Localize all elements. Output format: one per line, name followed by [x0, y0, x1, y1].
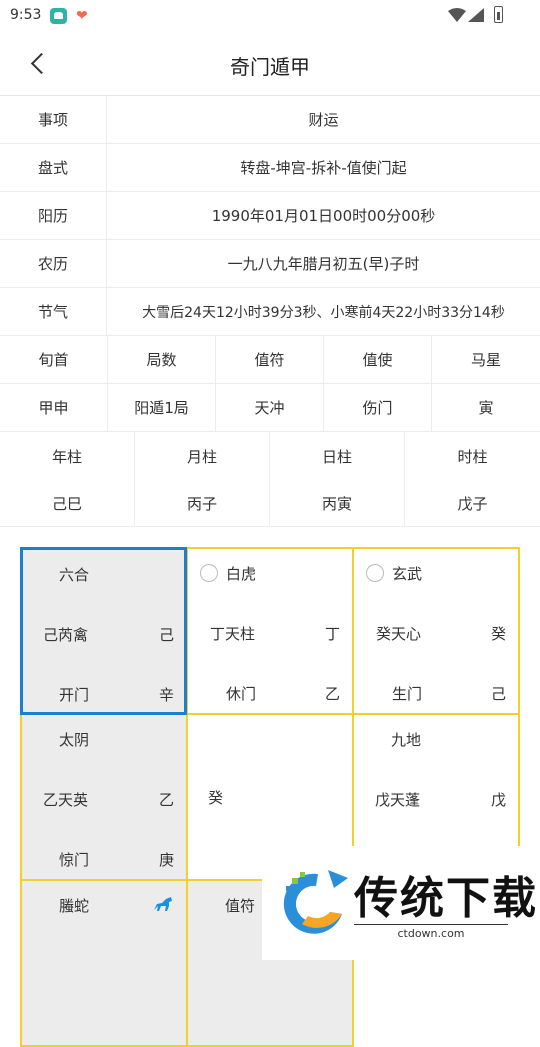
status-bar: 9:53 ❤: [0, 0, 540, 32]
radio-circle-icon[interactable]: [200, 564, 218, 582]
palace-star-stem: 癸: [490, 625, 506, 643]
info-value: 1990年01月01日00时00分00秒: [211, 207, 436, 225]
palace-star: 癸天心: [376, 625, 422, 643]
signal-icon: [468, 8, 484, 22]
pillar-day: 日柱 丙寅: [270, 432, 405, 526]
five-value-cell: 伤门: [324, 384, 432, 431]
page-title: 奇门遁甲: [230, 55, 310, 79]
palace-star-stem: 己: [158, 626, 174, 644]
palace-door-stem: 庚: [158, 851, 174, 869]
info-row-layout: 盘式 转盘-坤宫-拆补-值使门起: [0, 144, 540, 192]
heart-notification-icon: ❤: [76, 8, 88, 24]
palace-god: 螣蛇: [59, 897, 90, 915]
palace-star: 戊天蓬: [375, 791, 421, 809]
pillar-year: 年柱 己巳: [0, 432, 135, 526]
five-header-cell: 马星: [470, 351, 501, 369]
palace-god: 值符: [225, 897, 256, 915]
five-header-cell: 局数: [108, 336, 216, 383]
palace-center-stem: 癸: [208, 789, 224, 807]
pillar-label: 月柱: [186, 448, 217, 466]
pillar-month: 月柱 丙子: [135, 432, 270, 526]
palace-star-stem: 丁: [324, 625, 340, 643]
five-value-cell: 甲申: [0, 384, 108, 431]
palace-god: 白虎: [226, 565, 257, 583]
info-row-item: 事项 财运: [0, 96, 540, 144]
palace-door: 惊门: [59, 851, 90, 869]
wifi-icon: [448, 8, 466, 22]
five-header-cell: 旬首: [0, 336, 108, 383]
palace-door-stem: 辛: [158, 686, 174, 704]
info-value: 大雪后24天12小时39分3秒、小寒前4天22小时33分14秒: [142, 304, 505, 321]
palace-god: 六合: [59, 566, 90, 584]
info-key: 节气: [0, 288, 107, 335]
palace-star: 丁天柱: [210, 625, 256, 643]
five-header-cell: 值符: [216, 336, 324, 383]
pillars-row: 年柱 己巳 月柱 丙子 日柱 丙寅 时柱 戊子: [0, 432, 540, 527]
palace-star-stem: 乙: [158, 791, 174, 809]
watermark-text: 传统下载: [354, 873, 538, 924]
palace-cell[interactable]: 太阴 乙天英 乙 惊门 庚: [20, 713, 188, 881]
palace-cell[interactable]: 白虎 丁天柱 丁 休门 乙: [186, 547, 354, 715]
palace-grid: 六合 己芮禽 己 开门 辛 白虎 丁天柱 丁 休门 乙 玄武 癸天心 癸 生门 …: [20, 547, 520, 1047]
header: 奇门遁甲: [0, 32, 540, 96]
pillar-value: 戊子: [457, 495, 488, 513]
five-header-cell: 值使: [324, 336, 432, 383]
five-value-cell: 天冲: [216, 384, 324, 431]
pillar-label: 日柱: [321, 448, 352, 466]
watermark-url: ctdown.com: [354, 924, 508, 940]
pillar-label: 年柱: [51, 448, 82, 466]
palace-cell[interactable]: 螣蛇: [20, 879, 188, 1047]
info-row-solar: 阳历 1990年01月01日00时00分00秒: [0, 192, 540, 240]
pillar-hour: 时柱 戊子: [405, 432, 540, 526]
app-notification-icon: [50, 8, 67, 24]
palace-god: 九地: [391, 731, 422, 749]
watermark-logo-icon: [283, 870, 348, 934]
info-key: 盘式: [0, 144, 107, 191]
pillar-value: 丙子: [186, 495, 217, 513]
info-row-lunar: 农历 一九八九年腊月初五(早)子时: [0, 240, 540, 288]
palace-god: 太阴: [59, 731, 90, 749]
horse-icon: [154, 897, 172, 911]
palace-door: 生门: [392, 685, 423, 703]
info-key: 阳历: [0, 192, 107, 239]
battery-icon: [494, 6, 503, 23]
palace-door: 开门: [59, 686, 90, 704]
info-value: 财运: [308, 111, 339, 129]
palace-cell-selected[interactable]: 六合 己芮禽 己 开门 辛: [20, 547, 187, 715]
info-row-solar-term: 节气 大雪后24天12小时39分3秒、小寒前4天22小时33分14秒: [0, 288, 540, 336]
palace-cell[interactable]: 玄武 癸天心 癸 生门 己: [352, 547, 520, 715]
palace-door: 休门: [226, 685, 257, 703]
pillar-value: 己巳: [51, 495, 82, 513]
five-header-row: 旬首 局数 值符 值使 马星: [0, 336, 540, 384]
palace-god: 玄武: [392, 565, 423, 583]
palace-door-stem: 己: [490, 685, 506, 703]
palace-star-stem: 戊: [490, 791, 506, 809]
pillar-label: 时柱: [457, 448, 488, 466]
info-key: 农历: [0, 240, 107, 287]
status-time: 9:53: [10, 7, 42, 23]
palace-star: 己芮禽: [43, 626, 89, 644]
info-value: 转盘-坤宫-拆补-值使门起: [240, 159, 407, 177]
palace-door-stem: 乙: [324, 685, 340, 703]
five-value-cell: 寅: [478, 399, 494, 417]
palace-star: 乙天英: [43, 791, 89, 809]
watermark: 传统下载 ctdown.com: [262, 846, 540, 960]
info-table: 事项 财运 盘式 转盘-坤宫-拆补-值使门起 阳历 1990年01月01日00时…: [0, 96, 540, 527]
radio-circle-icon[interactable]: [366, 564, 384, 582]
five-value-cell: 阳遁1局: [108, 384, 216, 431]
pillar-value: 丙寅: [321, 495, 352, 513]
info-key: 事项: [0, 96, 107, 143]
five-value-row: 甲申 阳遁1局 天冲 伤门 寅: [0, 384, 540, 432]
info-value: 一九八九年腊月初五(早)子时: [227, 255, 420, 273]
